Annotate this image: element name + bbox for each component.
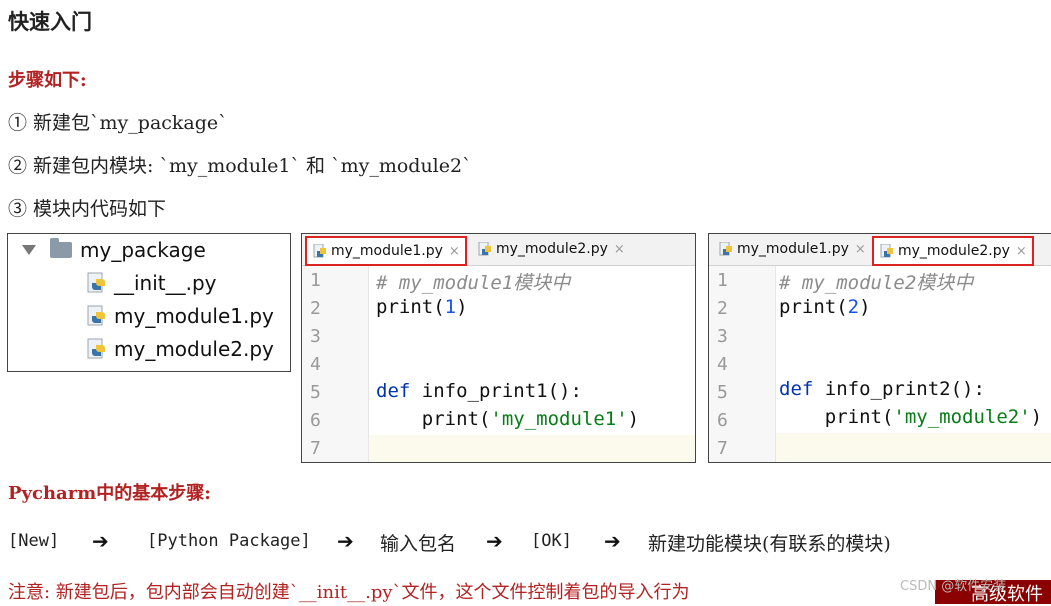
step-1: ① 新建包`my_package` [8,112,228,134]
line-number: 6 [310,410,321,431]
flow-step-enter-name: 输入包名 [380,533,457,555]
close-icon[interactable]: × [614,242,625,257]
editor-module1: my_module1.py × my_module2.py × 1 2 3 4 … [301,233,696,463]
arrow-right-icon: ➔ [337,529,354,553]
line-number: 1 [310,270,321,291]
close-icon[interactable]: × [855,242,866,257]
flow-step-python-package: [Python Package] [147,531,311,551]
python-file-icon [313,244,326,258]
tab-label: my_module2.py [898,243,1010,259]
python-file-icon [719,242,732,256]
step-2: ② 新建包内模块: `my_module1` 和 `my_module2` [8,155,472,177]
code-token: print( [376,296,445,318]
pycharm-heading: Pycharm中的基本步骤: [8,483,211,504]
editor-module2: my_module1.py × my_module2.py × 1 2 3 4 … [708,233,1051,463]
code-line-1[interactable]: # my_module2模块中 [779,268,973,295]
line-number: 4 [717,354,728,375]
line-number: 1 [717,270,728,291]
tab-my-module1[interactable]: my_module1.py × [713,236,868,262]
python-file-icon [880,244,893,258]
expand-caret-icon[interactable] [22,245,36,255]
folder-icon [50,238,72,258]
line-number: 6 [717,410,728,431]
page-title: 快速入门 [8,9,92,34]
line-number: 5 [717,382,728,403]
code-token: ) [456,296,468,318]
code-token: print( [779,296,848,318]
code-token: 2 [847,296,860,318]
code-token: print( [779,406,894,428]
current-line-highlight [369,435,695,462]
current-line-highlight [776,433,1051,461]
code-token: def [376,380,411,402]
tree-package-row[interactable]: my_package [22,238,206,262]
tab-label: my_module1.py [331,243,443,259]
code-token: 1 [444,296,457,318]
tab-label: my_module2.py [496,241,608,257]
close-icon[interactable]: × [1016,244,1027,259]
tree-file-module1[interactable]: my_module1.py [86,304,274,328]
code-token: print( [376,408,491,430]
tab-my-module1[interactable]: my_module1.py × [305,236,467,266]
code-line-1[interactable]: # my_module1模块中 [376,268,570,295]
tab-bar: my_module1.py × my_module2.py × [302,234,695,266]
tab-my-module2[interactable]: my_module2.py × [872,236,1034,266]
code-token: def [779,378,814,400]
code-token: info_print2(): [813,378,985,400]
code-token: ) [859,296,871,318]
file-name: __init__.py [114,271,217,295]
file-name: my_module2.py [114,337,274,361]
note-text: 注意: 新建包后，包内部会自动创建`__init__.py`文件，这个文件控制着… [8,582,690,603]
code-line-2[interactable]: print(2) [779,296,871,318]
tab-bar: my_module1.py × my_module2.py × [709,234,1051,266]
line-number: 3 [717,326,728,347]
tree-file-module2[interactable]: my_module2.py [86,337,274,361]
watermark: CSDN @软件安装 [900,579,1007,594]
line-number: 2 [717,298,728,319]
code-token: ) [627,408,640,430]
code-line-5[interactable]: def info_print1(): [376,380,582,402]
code-line-5[interactable]: def info_print2(): [779,378,985,400]
line-number: 5 [310,382,321,403]
package-name: my_package [80,238,206,262]
project-tree: my_package __init__.py my_module1.py my_… [7,233,291,372]
line-number: 7 [310,438,321,459]
arrow-right-icon: ➔ [486,529,503,553]
flow-step-new-module: 新建功能模块(有联系的模块) [648,533,891,555]
code-token: info_print1(): [410,380,582,402]
file-name: my_module1.py [114,304,274,328]
code-token: 'my_module1' [490,408,628,430]
code-token: 'my_module2' [893,406,1031,428]
line-gutter: 1 2 3 4 5 6 7 [302,266,369,462]
flow-step-ok: [OK] [531,531,572,551]
steps-heading: 步骤如下: [8,70,87,91]
line-number: 4 [310,354,321,375]
code-line-2[interactable]: print(1) [376,296,468,318]
code-token: ) [1030,406,1043,428]
code-line-6[interactable]: print('my_module1') [376,408,639,430]
python-file-icon [87,272,105,293]
python-file-icon [87,305,105,326]
flow-step-new: [New] [8,531,60,551]
tab-label: my_module1.py [737,241,849,257]
line-number: 7 [717,438,728,459]
line-number: 3 [310,326,321,347]
arrow-right-icon: ➔ [92,529,109,553]
step-3: ③ 模块内代码如下 [8,198,167,220]
code-line-6[interactable]: print('my_module2') [779,406,1042,428]
line-gutter: 1 2 3 4 5 6 7 [709,266,776,462]
python-file-icon [87,338,105,359]
python-file-icon [478,242,491,256]
line-number: 2 [310,298,321,319]
tab-my-module2[interactable]: my_module2.py × [472,236,642,262]
close-icon[interactable]: × [449,244,460,259]
arrow-right-icon: ➔ [604,529,621,553]
tree-file-init[interactable]: __init__.py [86,271,217,295]
